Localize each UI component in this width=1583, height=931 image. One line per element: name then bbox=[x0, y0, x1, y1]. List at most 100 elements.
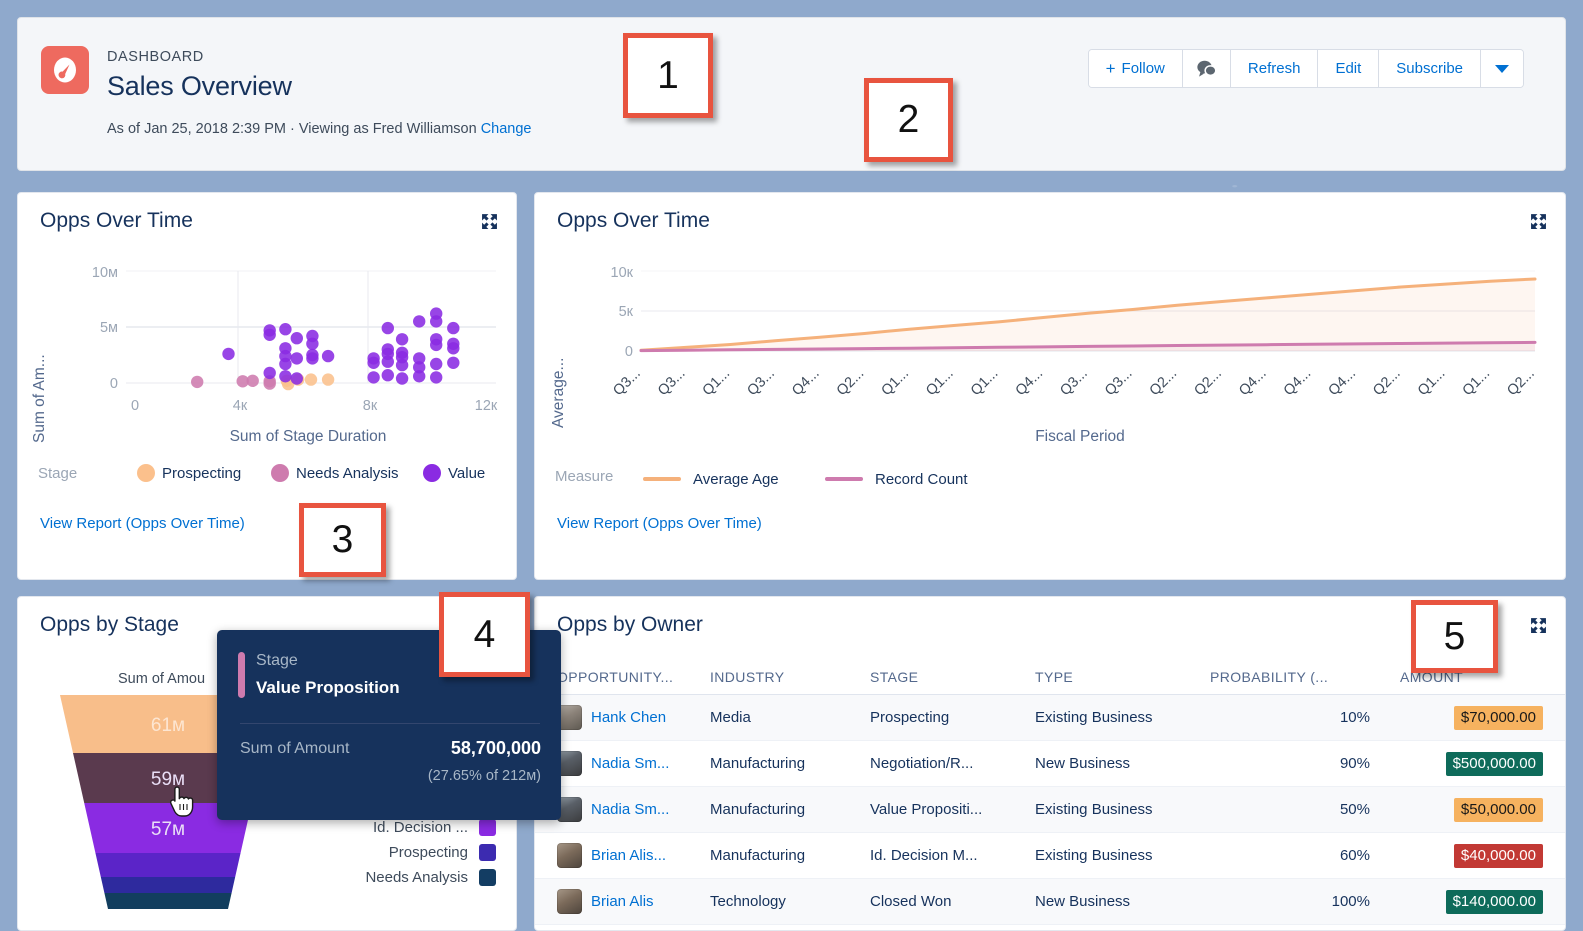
expand-icon[interactable] bbox=[1530, 213, 1547, 230]
cell-type: Existing Business bbox=[1035, 786, 1210, 833]
table-row[interactable]: Brian Alis... Manufacturing Id. Decision M… bbox=[535, 832, 1565, 879]
change-viewing-user-link[interactable]: Change bbox=[481, 121, 532, 137]
scatter-point[interactable] bbox=[279, 357, 292, 371]
scatter-point[interactable] bbox=[430, 357, 443, 371]
scatter-point[interactable] bbox=[447, 321, 460, 335]
cell-stage: Value Propositi... bbox=[870, 786, 1035, 833]
column-header-industry[interactable]: INDUSTRY bbox=[710, 659, 870, 695]
more-actions-button[interactable] bbox=[1481, 50, 1523, 87]
cell-industry: Media bbox=[710, 694, 870, 741]
tooltip-group-label: Stage bbox=[256, 652, 298, 669]
callout-marker-1: 1 bbox=[623, 33, 713, 118]
legend-label-prospecting: Prospecting bbox=[162, 465, 241, 482]
scatter-point[interactable] bbox=[381, 369, 394, 382]
tooltip-percent-text: (27.65% of 212м) bbox=[427, 768, 541, 784]
legend-label-needs-analysis: Needs Analysis bbox=[296, 465, 399, 482]
owner-link[interactable]: Brian Alis bbox=[591, 893, 654, 910]
scatter-point[interactable] bbox=[306, 352, 319, 365]
edit-button[interactable]: Edit bbox=[1318, 50, 1380, 87]
scatter-xtick-0: 0 bbox=[131, 398, 139, 414]
scatter-point[interactable] bbox=[321, 349, 335, 363]
line-xtick: Q1... bbox=[923, 366, 957, 400]
line-xtick: Q1... bbox=[968, 366, 1002, 400]
scatter-point[interactable] bbox=[430, 338, 443, 352]
table-row[interactable]: Brian Alis Technology Closed Won New Busine… bbox=[535, 878, 1565, 925]
line-xtick: Q3... bbox=[655, 366, 689, 400]
scatter-point[interactable] bbox=[263, 328, 276, 341]
expand-icon[interactable] bbox=[1530, 617, 1547, 634]
scatter-point[interactable] bbox=[395, 372, 409, 385]
scatter-point[interactable] bbox=[290, 372, 303, 385]
funnel-legend-item[interactable]: Prospecting bbox=[296, 840, 496, 865]
funnel-legend-swatch bbox=[479, 819, 496, 836]
scatter-point[interactable] bbox=[290, 352, 303, 365]
scatter-point[interactable] bbox=[447, 356, 460, 369]
amount-badge: $40,000.00 bbox=[1453, 843, 1543, 868]
view-report-link[interactable]: View Report (Opps Over Time) bbox=[40, 515, 245, 532]
scatter-point[interactable] bbox=[381, 355, 394, 368]
scatter-point[interactable] bbox=[395, 358, 409, 372]
scatter-point[interactable] bbox=[367, 371, 380, 384]
column-header-stage[interactable]: STAGE bbox=[870, 659, 1035, 695]
owner-link[interactable]: Nadia Sm... bbox=[591, 755, 669, 772]
cell-stage: Id. Decision M... bbox=[870, 832, 1035, 879]
scatter-point[interactable] bbox=[263, 377, 276, 390]
cell-probability: 100% bbox=[1210, 878, 1400, 925]
funnel-legend-label: Needs Analysis bbox=[365, 869, 468, 886]
scatter-point[interactable] bbox=[413, 315, 426, 328]
follow-button[interactable]: + Follow bbox=[1088, 50, 1183, 87]
line-xtick: Q2... bbox=[1504, 366, 1538, 400]
cell-industry: Manufacturing bbox=[710, 832, 870, 879]
column-header-opportunity[interactable]: OPPORTUNITY... bbox=[535, 659, 710, 695]
scatter-point[interactable] bbox=[290, 332, 303, 345]
card-title: Opps Over Time bbox=[557, 209, 710, 232]
line-xtick: Q4... bbox=[1325, 366, 1359, 400]
scatter-point[interactable] bbox=[430, 315, 443, 328]
chatter-feed-button[interactable] bbox=[1182, 50, 1231, 87]
line-xtick: Q4... bbox=[789, 366, 823, 400]
subscribe-button[interactable]: Subscribe bbox=[1379, 50, 1481, 87]
cell-industry: Manufacturing bbox=[710, 786, 870, 833]
owner-link[interactable]: Nadia Sm... bbox=[591, 801, 669, 818]
funnel-legend-label: Prospecting bbox=[388, 844, 468, 861]
scatter-point[interactable] bbox=[413, 370, 426, 383]
table-row[interactable]: Nadia Sm... Manufacturing Negotiation/R...… bbox=[535, 740, 1565, 787]
owner-link[interactable]: Brian Alis... bbox=[591, 847, 666, 864]
scatter-point[interactable] bbox=[191, 375, 204, 389]
column-header-type[interactable]: TYPE bbox=[1035, 659, 1210, 695]
table-row[interactable]: Hank Chen Media Prospecting Existing Busine… bbox=[535, 694, 1565, 741]
scatter-point[interactable] bbox=[279, 323, 292, 336]
card-title: Opps Over Time bbox=[40, 209, 193, 232]
scatter-y-axis-title: Sum of Am... bbox=[31, 354, 48, 443]
scatter-point[interactable] bbox=[321, 373, 335, 386]
line-xtick: Q2... bbox=[1147, 366, 1181, 400]
scatter-point[interactable] bbox=[430, 371, 443, 384]
scatter-point[interactable] bbox=[279, 370, 292, 383]
line-chart: Average... 10к 5к 0 Q3... Q3... Q1... Q3...… bbox=[550, 265, 1538, 488]
funnel-segment[interactable] bbox=[100, 877, 236, 893]
refresh-button[interactable]: Refresh bbox=[1230, 50, 1319, 87]
view-report-link[interactable]: View Report (Opps Over Time) bbox=[557, 515, 762, 532]
scatter-point[interactable] bbox=[447, 342, 460, 355]
card-title: Opps by Stage bbox=[40, 613, 179, 636]
scatter-legend-label: Stage bbox=[38, 465, 77, 482]
scatter-point[interactable] bbox=[367, 356, 380, 369]
table-row[interactable]: Nadia Sm... Manufacturing Value Propositi.… bbox=[535, 786, 1565, 833]
scatter-point[interactable] bbox=[246, 374, 259, 387]
scatter-point[interactable] bbox=[304, 373, 318, 386]
column-header-probability[interactable]: PROBABILITY (... bbox=[1210, 659, 1400, 695]
funnel-segment-value: 61м bbox=[151, 715, 185, 736]
scatter-point[interactable] bbox=[263, 366, 276, 380]
scatter-point[interactable] bbox=[395, 333, 409, 346]
owner-link[interactable]: Hank Chen bbox=[591, 709, 666, 726]
scatter-point[interactable] bbox=[222, 347, 235, 361]
funnel-segment[interactable] bbox=[95, 853, 241, 877]
expand-icon[interactable] bbox=[481, 213, 498, 230]
scatter-ytick-0: 0 bbox=[110, 376, 118, 392]
scatter-point[interactable] bbox=[381, 321, 394, 335]
scatter-point[interactable] bbox=[306, 337, 319, 350]
funnel-legend-item[interactable]: Needs Analysis bbox=[296, 865, 496, 890]
legend-label-average-age: Average Age bbox=[693, 471, 779, 488]
funnel-segment[interactable] bbox=[104, 893, 232, 909]
follow-label: Follow bbox=[1121, 60, 1165, 77]
